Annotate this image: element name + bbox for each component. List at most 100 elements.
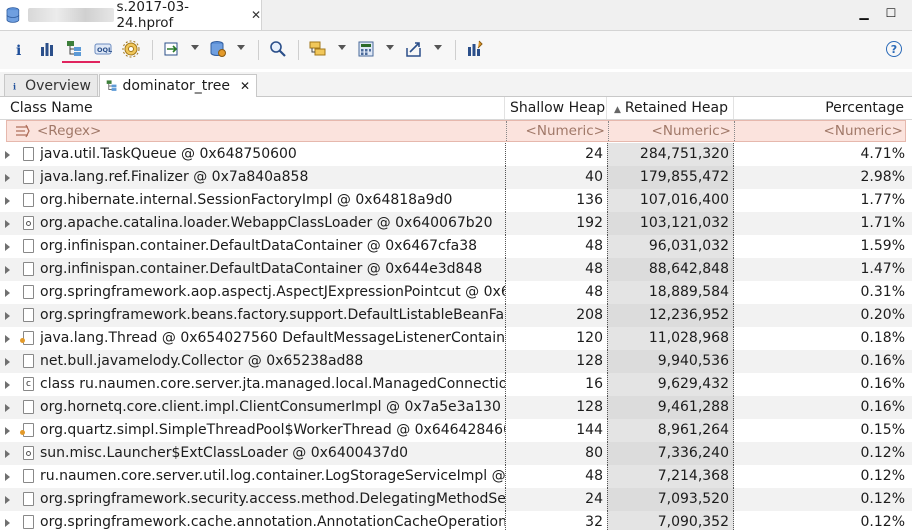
heap-dump-dropdown-arrow[interactable] [237,45,245,50]
table-row[interactable]: org.hornetq.core.client.impl.ClientConsu… [0,396,912,419]
tab-overview[interactable]: i Overview [4,74,98,96]
redacted-filename-prefix [27,8,115,22]
table-row[interactable]: org.infinispan.container.DefaultDataCont… [0,235,912,258]
expand-arrow-icon[interactable] [5,312,10,320]
percentage-cell: 2.98% [860,169,905,185]
oql-icon[interactable]: OQL [93,39,113,59]
table-row[interactable]: org.apache.catalina.loader.WebappClassLo… [0,212,912,235]
expand-arrow-icon[interactable] [5,427,10,435]
table-row[interactable]: c class ru.naumen.core.server.jta.managed… [0,373,912,396]
group-icon[interactable] [308,39,328,59]
retained-heap-filter-input[interactable]: <Numeric> [608,121,735,141]
table-row[interactable]: java.util.TaskQueue @ 0x648750600 24 284,7… [0,143,912,166]
tab-dominator-tree[interactable]: dominator_tree ✕ [99,74,257,97]
export-icon[interactable] [162,39,182,59]
table-row[interactable]: java.lang.Thread @ 0x654027560 DefaultMe… [0,327,912,350]
retained-heap-cell: 284,751,320 [607,143,734,166]
expand-arrow-icon[interactable] [5,381,10,389]
column-header-retained-heap[interactable]: ▲ Retained Heap [607,97,734,119]
table-row[interactable]: sun.misc.Launcher$ExtClassLoader @ 0x640… [0,442,912,465]
percentage-cell: 1.59% [860,238,905,254]
retained-heap-cell: 9,629,432 [607,373,734,396]
percentage-filter-input[interactable]: <Numeric> [735,121,905,141]
regex-filter-input[interactable]: <Regex> [37,121,497,141]
tab-dominator-tree-label: dominator_tree [122,78,230,94]
object-icon [23,285,34,299]
shallow-heap-filter-input[interactable]: <Numeric> [506,121,608,141]
column-header-shallow-heap[interactable]: Shallow Heap [505,97,607,119]
class-name-cell: java.lang.Thread @ 0x654027560 DefaultMe… [40,330,505,346]
column-header-class-name[interactable]: Class Name [5,97,505,119]
table-row[interactable]: org.infinispan.container.DefaultDataCont… [0,258,912,281]
thread-icon [20,423,34,437]
shallow-heap-cell: 48 [505,465,607,488]
retained-heap-cell: 11,028,968 [607,327,734,350]
group-dropdown-arrow[interactable] [338,45,346,50]
percentage-cell: 0.12% [860,445,905,461]
export-dropdown-arrow[interactable] [191,45,199,50]
object-icon [23,308,34,322]
table-row[interactable]: org.springframework.beans.factory.suppor… [0,304,912,327]
pin-icon[interactable] [465,39,485,59]
filter-icon [16,124,30,138]
close-icon[interactable]: ✕ [251,8,261,22]
expand-arrow-icon[interactable] [5,266,10,274]
expand-arrow-icon[interactable] [5,243,10,251]
calculator-icon[interactable] [356,39,376,59]
retained-heap-cell: 107,016,400 [607,189,734,212]
shallow-heap-cell: 24 [505,143,607,166]
maximize-button[interactable]: ☐ [884,6,898,20]
table-row[interactable]: org.springframework.aop.aspectj.AspectJE… [0,281,912,304]
expand-arrow-icon[interactable] [5,519,10,527]
retained-heap-cell: 8,961,264 [607,419,734,442]
expand-arrow-icon[interactable] [5,289,10,297]
table-row[interactable]: org.springframework.security.access.meth… [0,488,912,511]
histogram-icon[interactable] [37,39,57,59]
export-report-icon[interactable] [404,39,424,59]
percentage-cell: 4.71% [860,146,905,162]
minimize-button[interactable]: ▁ [857,6,871,20]
info-icon[interactable]: i [9,39,29,59]
shallow-heap-cell: 120 [505,327,607,350]
svg-text:i: i [16,43,21,57]
class-name-cell: org.springframework.cache.annotation.Ann… [40,514,505,530]
shallow-heap-cell: 80 [505,442,607,465]
help-icon[interactable]: ? [886,41,902,57]
expand-arrow-icon[interactable] [5,450,10,458]
expand-arrow-icon[interactable] [5,335,10,343]
retained-heap-cell: 7,090,352 [607,511,734,530]
dominator-tree-icon[interactable] [65,39,85,59]
expand-arrow-icon[interactable] [5,404,10,412]
expand-arrow-icon[interactable] [5,197,10,205]
heap-dump-icon[interactable] [208,39,228,59]
table-row[interactable]: java.lang.ref.Finalizer @ 0x7a840a858 40 1… [0,166,912,189]
expand-arrow-icon[interactable] [5,473,10,481]
expand-arrow-icon[interactable] [5,151,10,159]
heap-dump-editor-tab[interactable]: s.2017-03-24.hprof ✕ [0,0,262,31]
table-row[interactable]: org.springframework.cache.annotation.Ann… [0,511,912,530]
expand-arrow-icon[interactable] [5,220,10,228]
percentage-cell: 0.12% [860,491,905,507]
class-loader-icon [23,446,34,460]
query-browser-icon[interactable] [121,39,141,59]
tab-overview-label: Overview [25,77,91,94]
table-header: Class Name Shallow Heap ▲ Retained Heap P… [0,97,912,120]
table-row[interactable]: ru.naumen.core.server.util.log.container… [0,465,912,488]
table-row[interactable]: net.bull.javamelody.Collector @ 0x65238a… [0,350,912,373]
column-header-percentage[interactable]: Percentage [734,97,909,119]
dominator-tree-icon [106,80,117,91]
class-name-cell: net.bull.javamelody.Collector @ 0x65238a… [40,353,364,369]
calculator-dropdown-arrow[interactable] [386,45,394,50]
expand-arrow-icon[interactable] [5,174,10,182]
class-name-cell: class ru.naumen.core.server.jta.managed.… [40,376,505,392]
retained-heap-cell: 12,236,952 [607,304,734,327]
toolbar-separator [298,40,299,60]
table-row[interactable]: org.hibernate.internal.SessionFactoryImp… [0,189,912,212]
search-icon[interactable] [268,39,288,59]
object-icon [23,515,34,529]
close-icon[interactable]: ✕ [240,79,250,93]
expand-arrow-icon[interactable] [5,358,10,366]
export-report-dropdown-arrow[interactable] [434,45,442,50]
expand-arrow-icon[interactable] [5,496,10,504]
table-row[interactable]: org.quartz.simpl.SimpleThreadPool$Worker… [0,419,912,442]
